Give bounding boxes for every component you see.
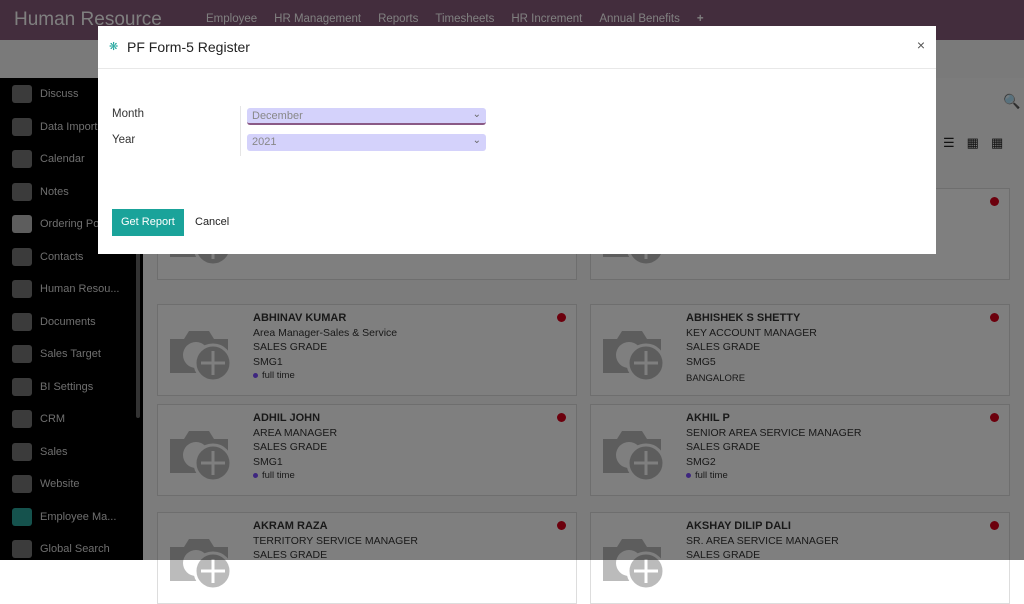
month-label: Month <box>112 108 144 120</box>
close-button[interactable]: × <box>917 37 925 53</box>
divider <box>240 106 241 156</box>
dialog-header: ❋ PF Form-5 Register × <box>98 26 936 69</box>
chevron-down-icon: ⌄ <box>472 135 481 146</box>
month-value: December <box>252 110 303 122</box>
month-select[interactable]: December ⌄ <box>247 108 486 125</box>
get-report-button[interactable]: Get Report <box>112 209 184 236</box>
year-value: 2021 <box>252 136 277 148</box>
pf-form-dialog: ❋ PF Form-5 Register × Month Year Decemb… <box>98 26 936 254</box>
year-label: Year <box>112 134 136 146</box>
chevron-down-icon: ⌄ <box>472 109 481 120</box>
year-select[interactable]: 2021 ⌄ <box>247 134 486 151</box>
bug-icon: ❋ <box>109 41 119 53</box>
cancel-button[interactable]: Cancel <box>195 209 229 236</box>
dialog-title: PF Form-5 Register <box>127 39 250 55</box>
